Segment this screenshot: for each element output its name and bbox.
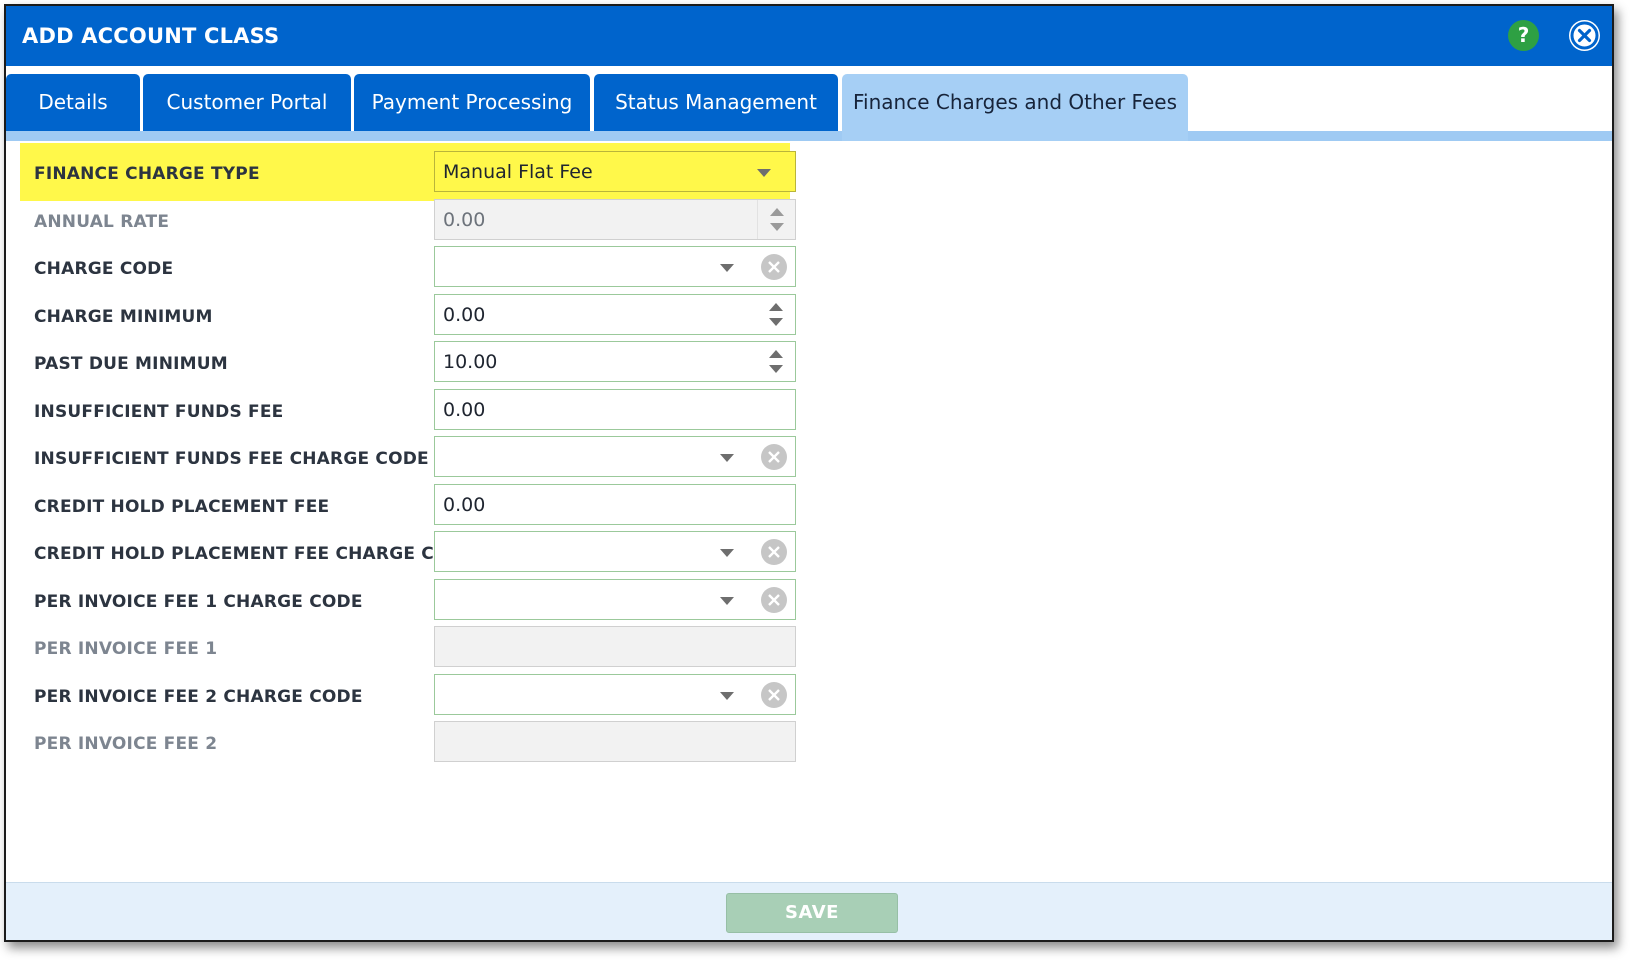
tab-details[interactable]: Details (6, 74, 140, 131)
per-invoice-fee-1-charge-code-select[interactable] (434, 579, 796, 620)
charge-minimum-label: CHARGE MINIMUM (34, 307, 213, 327)
dialog-title: ADD ACCOUNT CLASS (22, 24, 280, 48)
chevron-down-icon (720, 597, 734, 605)
dialog-footer: SAVE (6, 882, 1612, 940)
tab-status-management[interactable]: Status Management (594, 74, 838, 131)
chevron-down-icon (720, 692, 734, 700)
tab-underline (6, 131, 1612, 141)
insufficient-funds-fee-charge-code-select[interactable] (434, 436, 796, 477)
spin-up-icon (770, 208, 784, 216)
past-due-minimum-label: PAST DUE MINIMUM (34, 354, 228, 374)
annual-rate-label: ANNUAL RATE (34, 212, 170, 232)
spin-up-icon[interactable] (769, 303, 783, 311)
help-icon: ? (1517, 23, 1530, 47)
per-invoice-fee-1-charge-code-label: PER INVOICE FEE 1 CHARGE CODE (34, 592, 363, 612)
credit-hold-placement-fee-input[interactable]: 0.00 (434, 484, 796, 525)
per-invoice-fee-2-charge-code-select[interactable] (434, 674, 796, 715)
insufficient-funds-fee-label: INSUFFICIENT FUNDS FEE (34, 402, 284, 422)
chevron-down-icon (720, 264, 734, 272)
past-due-minimum-input[interactable]: 10.00 (434, 341, 796, 382)
charge-minimum-value: 0.00 (443, 304, 486, 326)
annual-rate-input: 0.00 (434, 199, 796, 240)
add-account-class-dialog: ADD ACCOUNT CLASS ? Details Customer Por… (4, 4, 1614, 942)
insufficient-funds-fee-input[interactable]: 0.00 (434, 389, 796, 430)
spin-down-icon (770, 223, 784, 231)
charge-minimum-spinner[interactable] (757, 295, 795, 334)
close-button[interactable] (1569, 20, 1600, 51)
per-invoice-fee-2-label: PER INVOICE FEE 2 (34, 734, 218, 754)
tab-payment-processing[interactable]: Payment Processing (354, 74, 590, 131)
insufficient-funds-fee-value: 0.00 (443, 399, 486, 421)
charge-code-label: CHARGE CODE (34, 259, 174, 279)
credit-hold-placement-fee-label: CREDIT HOLD PLACEMENT FEE (34, 497, 330, 517)
chevron-down-icon (757, 169, 771, 177)
help-button[interactable]: ? (1508, 20, 1539, 51)
insufficient-funds-fee-charge-code-label: INSUFFICIENT FUNDS FEE CHARGE CODE (34, 449, 429, 469)
credit-hold-placement-fee-value: 0.00 (443, 494, 486, 516)
spin-up-icon[interactable] (769, 350, 783, 358)
finance-charge-type-value: Manual Flat Fee (443, 161, 593, 183)
per-invoice-fee-1-input (434, 626, 796, 667)
charge-minimum-input[interactable]: 0.00 (434, 294, 796, 335)
tab-finance-charges[interactable]: Finance Charges and Other Fees (842, 74, 1188, 141)
per-invoice-fee-2-input (434, 721, 796, 762)
close-icon (1570, 21, 1599, 50)
spin-down-icon[interactable] (769, 318, 783, 326)
per-invoice-fee-2-charge-code-label: PER INVOICE FEE 2 CHARGE CODE (34, 687, 363, 707)
clear-icon[interactable] (761, 539, 787, 565)
past-due-minimum-spinner[interactable] (757, 342, 795, 381)
past-due-minimum-value: 10.00 (443, 351, 498, 373)
charge-code-select[interactable] (434, 246, 796, 287)
finance-charge-type-label: FINANCE CHARGE TYPE (34, 164, 260, 184)
dialog-titlebar: ADD ACCOUNT CLASS ? (6, 6, 1612, 66)
clear-icon[interactable] (761, 682, 787, 708)
annual-rate-spinner (757, 200, 795, 239)
per-invoice-fee-1-label: PER INVOICE FEE 1 (34, 639, 218, 659)
clear-icon[interactable] (761, 254, 787, 280)
chevron-down-icon (720, 549, 734, 557)
credit-hold-placement-fee-charge-code-label: CREDIT HOLD PLACEMENT FEE CHARGE CODE (34, 544, 475, 564)
clear-icon[interactable] (761, 444, 787, 470)
save-button[interactable]: SAVE (726, 893, 898, 933)
tab-customer-portal[interactable]: Customer Portal (143, 74, 351, 131)
chevron-down-icon (720, 454, 734, 462)
spin-down-icon[interactable] (769, 365, 783, 373)
finance-charge-type-select[interactable]: Manual Flat Fee (434, 151, 796, 192)
annual-rate-value: 0.00 (443, 209, 486, 231)
credit-hold-placement-fee-charge-code-select[interactable] (434, 531, 796, 572)
clear-icon[interactable] (761, 587, 787, 613)
